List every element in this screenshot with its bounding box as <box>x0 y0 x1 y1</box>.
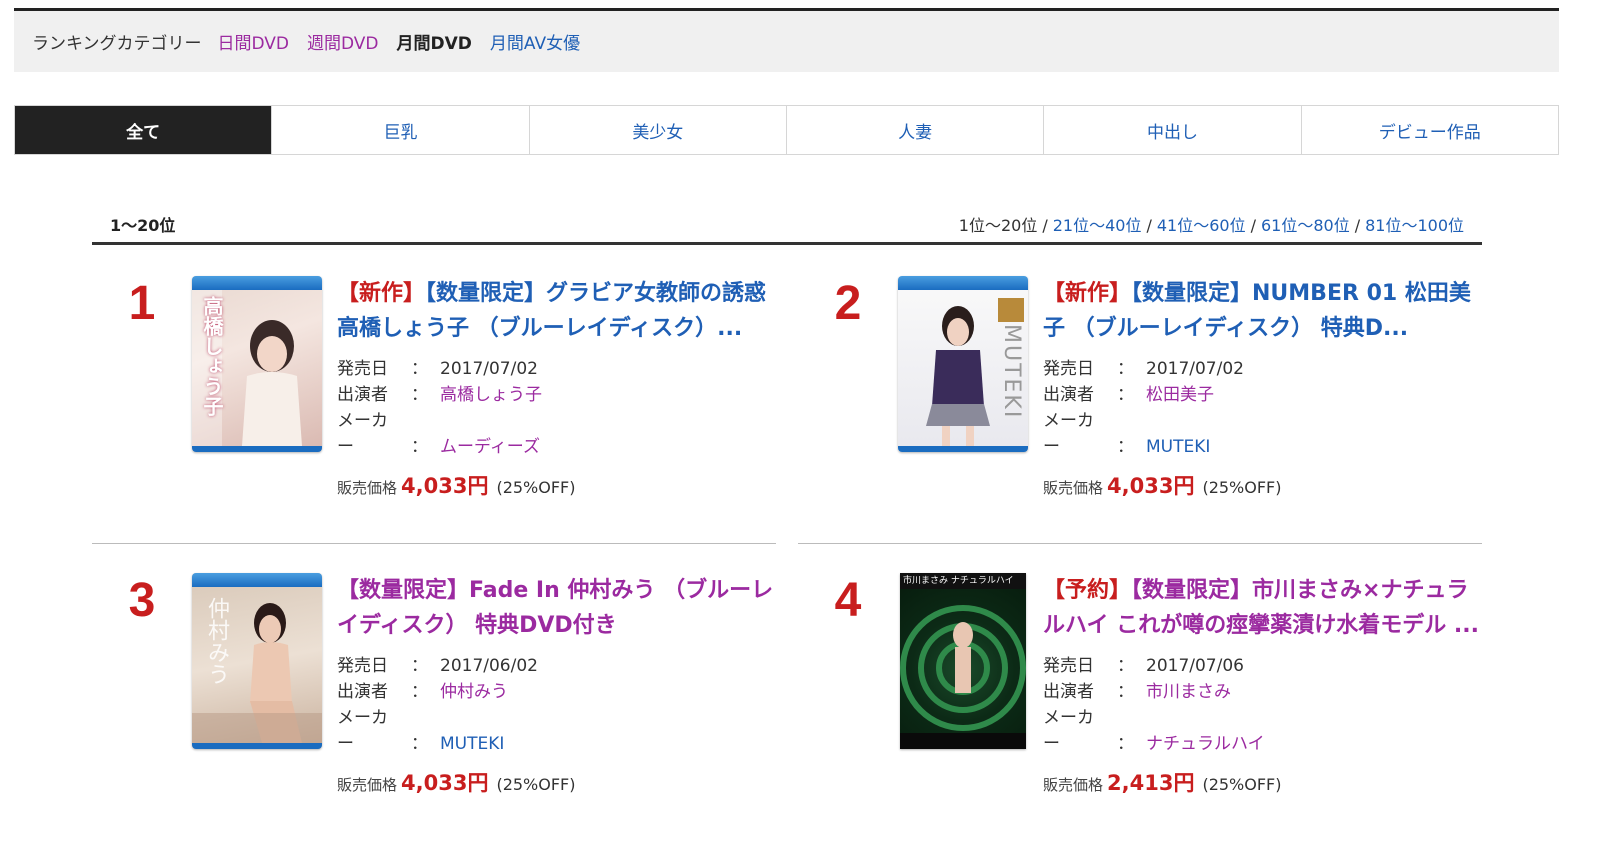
ranking-item-4: 4 市川まさみ ナチュラルハイ 【予約】【数量限定】市川まさみ×ナチュラルハイ … <box>798 573 1488 813</box>
tab-debut[interactable]: デビュー作品 <box>1300 106 1558 154</box>
item-info: 【数量限定】Fade In 仲村みう （ブルーレイディスク） 特典DVD付き 発… <box>337 573 777 797</box>
rank-number: 2 <box>834 277 862 330</box>
rank-number: 1 <box>128 277 156 330</box>
ranking-item-3: 3 仲村みう 【数量限定】Fade In 仲村みう （ブルーレイディスク） 特典… <box>92 573 782 795</box>
maker-link[interactable]: ムーディーズ <box>440 437 540 457</box>
maker-row: メーカー： MUTEKI <box>1043 411 1211 457</box>
tab-creampie[interactable]: 中出し <box>1043 106 1300 154</box>
range-header: 1～20位 1位～20位/21位～40位/41位～60位/61位～80位/81位… <box>92 205 1482 245</box>
tab-big-breasts[interactable]: 巨乳 <box>271 106 528 154</box>
product-title-text: 【数量限定】Fade In 仲村みう （ブルーレイディスク） 特典DVD付き <box>337 578 774 638</box>
ranking-category-bar: ランキングカテゴリー 日間DVD 週間DVD 月間DVD 月間AV女優 <box>14 8 1559 72</box>
price-label: 販売価格 <box>1043 479 1104 497</box>
price-label: 販売価格 <box>337 776 398 794</box>
release-row: 発売日： 2017/07/02 <box>1043 359 1244 379</box>
price-label: 販売価格 <box>1043 776 1104 794</box>
pager-link-81-100[interactable]: 81位～100位 <box>1365 216 1464 235</box>
new-tag: 【新作】 <box>1043 281 1132 306</box>
row-divider <box>798 543 1482 544</box>
release-row: 発売日： 2017/07/06 <box>1043 656 1244 676</box>
price-amount: 4,033円 <box>1107 474 1195 498</box>
new-tag: 【新作】 <box>337 281 426 306</box>
maker-row: メーカー： MUTEKI <box>337 708 505 754</box>
performer-link[interactable]: 松田美子 <box>1146 385 1214 405</box>
category-link-weekly-dvd[interactable]: 週間DVD <box>307 29 379 54</box>
tab-married-woman[interactable]: 人妻 <box>785 106 1043 154</box>
cover-title-text: 仲村みう <box>204 597 229 685</box>
performer-row: 出演者：高橋しょう子 <box>337 385 542 405</box>
tab-all[interactable]: 全て <box>15 106 272 154</box>
discount-text: (25%OFF) <box>496 775 576 794</box>
pager-link-21-40[interactable]: 21位～40位 <box>1053 216 1142 235</box>
category-link-monthly-actress[interactable]: 月間AV女優 <box>490 29 580 54</box>
product-title-link[interactable]: 【新作】【数量限定】グラビア女教師の誘惑 高橋しょう子 （ブルーレイディスク）.… <box>337 276 777 346</box>
product-cover-image[interactable]: 仲村みう <box>192 573 322 749</box>
tab-beautiful-girl[interactable]: 美少女 <box>528 106 786 154</box>
product-title-link[interactable]: 【新作】【数量限定】NUMBER 01 松田美子 （ブルーレイディスク） 特典D… <box>1043 276 1483 346</box>
price-amount: 4,033円 <box>401 771 489 795</box>
rank-pager: 1位～20位/21位～40位/41位～60位/61位～80位/81位～100位 <box>958 215 1464 235</box>
performer-link[interactable]: 高橋しょう子 <box>440 385 542 405</box>
product-title-link[interactable]: 【予約】【数量限定】市川まさみ×ナチュラルハイ これが噂の痙攣薬漬け水着モデル … <box>1043 573 1483 643</box>
item-info: 【予約】【数量限定】市川まさみ×ナチュラルハイ これが噂の痙攣薬漬け水着モデル … <box>1043 573 1483 797</box>
maker-link[interactable]: ナチュラルハイ <box>1146 734 1265 754</box>
ranking-category-label: ランキングカテゴリー <box>32 34 202 54</box>
product-cover-image[interactable]: MUTEKI <box>898 276 1028 452</box>
price-label: 販売価格 <box>337 479 398 497</box>
rank-number: 3 <box>128 574 156 627</box>
product-title-link[interactable]: 【数量限定】Fade In 仲村みう （ブルーレイディスク） 特典DVD付き <box>337 573 777 643</box>
price-row: 販売価格 4,033円 (25%OFF) <box>337 470 777 500</box>
release-date: 2017/07/02 <box>440 359 538 379</box>
category-link-monthly-dvd: 月間DVD <box>396 34 472 54</box>
performer-link[interactable]: 市川まさみ <box>1146 682 1231 702</box>
release-row: 発売日： 2017/06/02 <box>337 656 538 676</box>
price-amount: 4,033円 <box>401 474 489 498</box>
performer-row: 出演者：松田美子 <box>1043 385 1214 405</box>
pager-link-41-60[interactable]: 41位～60位 <box>1157 216 1246 235</box>
release-row: 発売日： 2017/07/02 <box>337 359 538 379</box>
performer-link[interactable]: 仲村みう <box>440 682 508 702</box>
maker-link[interactable]: MUTEKI <box>1146 437 1210 457</box>
preorder-tag: 【予約】 <box>1043 578 1132 603</box>
maker-row: メーカー：ナチュラルハイ <box>1043 708 1265 754</box>
cover-title-text: 高橋しょう子 <box>200 296 224 416</box>
discount-text: (25%OFF) <box>1202 775 1282 794</box>
item-info: 【新作】【数量限定】NUMBER 01 松田美子 （ブルーレイディスク） 特典D… <box>1043 276 1483 500</box>
performer-row: 出演者：市川まさみ <box>1043 682 1231 702</box>
release-date: 2017/07/02 <box>1146 359 1244 379</box>
product-cover-image[interactable]: 高橋しょう子 <box>192 276 322 452</box>
pager-link-61-80[interactable]: 61位～80位 <box>1261 216 1350 235</box>
maker-link[interactable]: MUTEKI <box>440 734 504 754</box>
price-row: 販売価格 2,413円 (25%OFF) <box>1043 767 1483 797</box>
performer-row: 出演者：仲村みう <box>337 682 508 702</box>
release-date: 2017/06/02 <box>440 656 538 676</box>
price-amount: 2,413円 <box>1107 771 1195 795</box>
category-link-daily-dvd[interactable]: 日間DVD <box>218 29 290 54</box>
current-range-label: 1～20位 <box>110 215 176 235</box>
cover-title-text: MUTEKI <box>999 324 1024 420</box>
price-row: 販売価格 4,033円 (25%OFF) <box>1043 470 1483 500</box>
price-row: 販売価格 4,033円 (25%OFF) <box>337 767 777 797</box>
rank-number: 4 <box>834 574 862 627</box>
ranking-item-2: 2 MUTEKI 【新作】【数量限定】NUMBER 01 松田美子 （ブルーレイ… <box>798 276 1488 526</box>
product-cover-image[interactable]: 市川まさみ ナチュラルハイ <box>900 573 1026 749</box>
discount-text: (25%OFF) <box>1202 478 1282 497</box>
maker-row: メーカー：ムーディーズ <box>337 411 540 457</box>
row-divider <box>92 543 776 544</box>
item-info: 【新作】【数量限定】グラビア女教師の誘惑 高橋しょう子 （ブルーレイディスク）.… <box>337 276 777 500</box>
discount-text: (25%OFF) <box>496 478 576 497</box>
release-date: 2017/07/06 <box>1146 656 1244 676</box>
ranking-item-1: 1 高橋しょう子 【新作】【数量限定】グラビア女教師の誘惑 高橋しょう子 （ブル… <box>92 276 782 526</box>
genre-tabs: 全て 巨乳 美少女 人妻 中出し デビュー作品 <box>14 105 1559 155</box>
pager-current: 1位～20位 <box>958 215 1038 235</box>
